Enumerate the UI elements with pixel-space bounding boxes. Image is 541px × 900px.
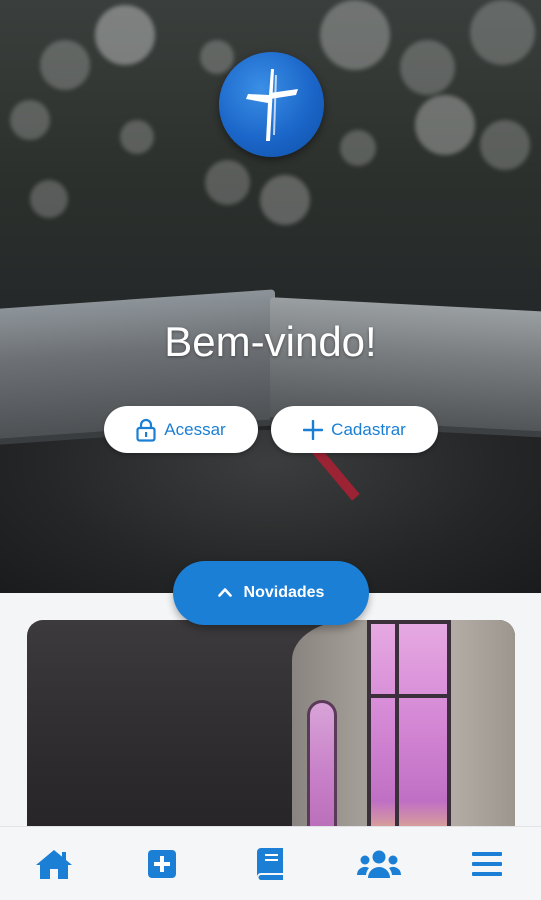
news-card-image[interactable] bbox=[27, 620, 515, 850]
cross-icon bbox=[245, 68, 298, 141]
bokeh-light bbox=[320, 0, 390, 70]
bokeh-light bbox=[205, 160, 250, 205]
menu-icon bbox=[471, 851, 502, 876]
nav-community[interactable] bbox=[349, 834, 409, 894]
nav-home[interactable] bbox=[24, 834, 84, 894]
bokeh-light bbox=[400, 40, 455, 95]
bokeh-light bbox=[40, 40, 90, 90]
bokeh-light bbox=[480, 120, 530, 170]
bokeh-light bbox=[260, 175, 310, 225]
welcome-title: Bem-vindo! bbox=[164, 318, 377, 365]
hero-banner: Bem-vindo! Acessar Cadastrar bbox=[0, 0, 541, 593]
bokeh-light bbox=[200, 40, 234, 74]
stained-glass-window bbox=[367, 620, 451, 850]
app-logo bbox=[219, 52, 324, 157]
book-icon bbox=[257, 847, 284, 880]
bokeh-light bbox=[95, 5, 155, 65]
signup-button[interactable]: Cadastrar bbox=[271, 406, 438, 453]
bottom-navigation bbox=[0, 826, 541, 900]
plus-icon bbox=[303, 419, 324, 440]
access-button[interactable]: Acessar bbox=[104, 406, 258, 453]
bokeh-light bbox=[340, 130, 376, 166]
news-toggle-button[interactable]: Novidades bbox=[173, 561, 369, 625]
bokeh-light bbox=[120, 120, 154, 154]
medical-plus-icon bbox=[148, 849, 177, 878]
news-toggle-label: Novidades bbox=[243, 584, 325, 601]
signup-button-label: Cadastrar bbox=[331, 419, 406, 439]
home-icon bbox=[36, 849, 73, 879]
users-icon bbox=[356, 850, 401, 878]
bokeh-light bbox=[30, 180, 68, 218]
nav-menu[interactable] bbox=[457, 834, 517, 894]
bokeh-light bbox=[10, 100, 50, 140]
bokeh-light bbox=[415, 95, 475, 155]
nav-medical[interactable] bbox=[132, 834, 192, 894]
lock-icon bbox=[136, 418, 156, 442]
chevron-up-icon bbox=[217, 584, 232, 602]
access-button-label: Acessar bbox=[164, 419, 226, 439]
bokeh-light bbox=[470, 0, 535, 65]
nav-bible[interactable] bbox=[240, 834, 300, 894]
